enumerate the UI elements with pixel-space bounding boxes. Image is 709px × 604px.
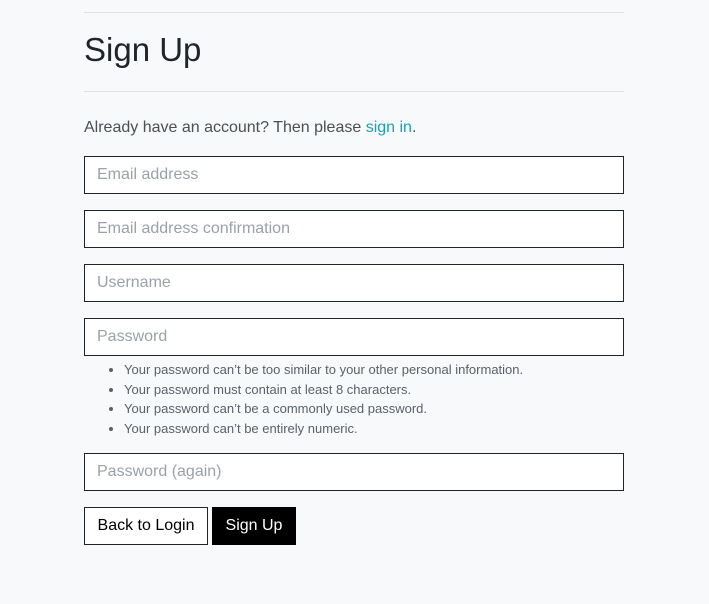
top-divider — [84, 12, 624, 13]
password-help-item: Your password can’t be entirely numeric. — [124, 419, 624, 439]
password-help-item: Your password must contain at least 8 ch… — [124, 380, 624, 400]
sign-in-link[interactable]: sign in — [366, 119, 412, 136]
signin-prompt-text: Already have an account? Then please — [84, 119, 366, 136]
page-title: Sign Up — [84, 31, 202, 68]
password-field[interactable] — [84, 318, 624, 356]
password-help-item: Your password can’t be a commonly used p… — [124, 399, 624, 419]
title-divider — [84, 91, 624, 92]
sign-up-button[interactable]: Sign Up — [212, 507, 296, 545]
password-help-item: Your password can’t be too similar to yo… — [124, 360, 624, 380]
signin-prompt: Already have an account? Then please sig… — [84, 118, 416, 138]
username-field[interactable] — [84, 264, 624, 302]
email-confirm-field[interactable] — [84, 210, 624, 248]
password-again-field[interactable] — [84, 453, 624, 491]
email-field[interactable] — [84, 156, 624, 194]
signin-prompt-end: . — [411, 119, 417, 136]
back-to-login-button[interactable]: Back to Login — [84, 507, 208, 545]
password-help-list: Your password can’t be too similar to yo… — [84, 360, 624, 438]
